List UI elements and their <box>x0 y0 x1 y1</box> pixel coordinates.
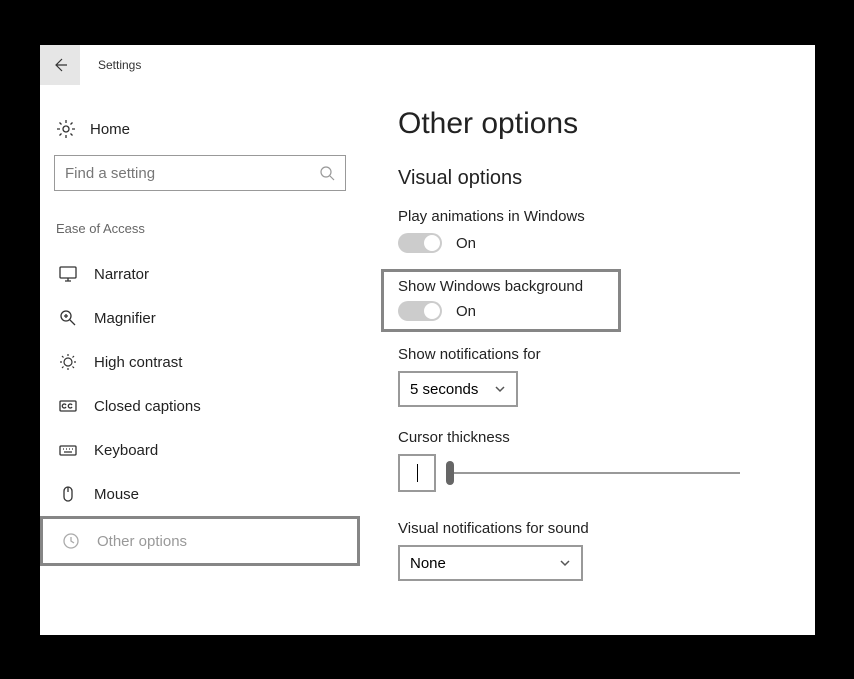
show-background-toggle[interactable] <box>398 301 442 321</box>
back-button[interactable] <box>40 45 80 85</box>
sidebar-selected-highlight: Other options <box>40 516 360 566</box>
gear-icon <box>56 119 76 139</box>
cursor-thickness-slider[interactable] <box>450 472 740 474</box>
show-background-label: Show Windows background <box>398 278 604 295</box>
sidebar-item-label: Keyboard <box>94 442 158 459</box>
play-animations-row: On <box>398 233 795 253</box>
notifications-dropdown[interactable]: 5 seconds <box>398 371 518 407</box>
titlebar: Settings <box>40 45 815 85</box>
group-title: Visual options <box>398 167 795 190</box>
show-background-state: On <box>456 303 476 320</box>
home-button[interactable]: Home <box>54 113 346 155</box>
notifications-value: 5 seconds <box>410 381 478 398</box>
search-icon <box>319 165 335 181</box>
magnifier-icon <box>58 308 78 328</box>
chevron-down-icon <box>559 557 571 569</box>
home-label: Home <box>90 121 130 138</box>
mouse-icon <box>58 484 78 504</box>
search-box[interactable] <box>54 155 346 191</box>
sidebar-item-label: Mouse <box>94 486 139 503</box>
sidebar-item-keyboard[interactable]: Keyboard <box>54 428 346 472</box>
notifications-label: Show notifications for <box>398 346 795 363</box>
captions-icon <box>58 396 78 416</box>
sidebar-item-label: High contrast <box>94 354 182 371</box>
sidebar-item-other-options[interactable]: Other options <box>57 519 343 563</box>
window-title: Settings <box>98 58 141 72</box>
monitor-icon <box>58 264 78 284</box>
sidebar-item-high-contrast[interactable]: High contrast <box>54 340 346 384</box>
sidebar: Home Ease of Access Narrator <box>40 85 360 635</box>
slider-thumb[interactable] <box>446 461 454 485</box>
search-input[interactable] <box>65 165 319 182</box>
cursor-thickness-row <box>398 454 795 492</box>
page-title: Other options <box>398 107 795 141</box>
sidebar-item-closed-captions[interactable]: Closed captions <box>54 384 346 428</box>
sidebar-section-label: Ease of Access <box>54 221 346 236</box>
settings-window: Settings Home Ea <box>40 45 815 635</box>
sidebar-item-narrator[interactable]: Narrator <box>54 252 346 296</box>
keyboard-icon <box>58 440 78 460</box>
chevron-down-icon <box>494 383 506 395</box>
visual-notifications-label: Visual notifications for sound <box>398 520 795 537</box>
sidebar-item-magnifier[interactable]: Magnifier <box>54 296 346 340</box>
play-animations-label: Play animations in Windows <box>398 208 795 225</box>
sidebar-item-mouse[interactable]: Mouse <box>54 472 346 516</box>
sidebar-item-label: Magnifier <box>94 310 156 327</box>
cursor-thickness-label: Cursor thickness <box>398 429 795 446</box>
visual-notifications-value: None <box>410 555 446 572</box>
play-animations-toggle[interactable] <box>398 233 442 253</box>
sidebar-item-label: Closed captions <box>94 398 201 415</box>
cursor-preview-box <box>398 454 436 492</box>
visual-notifications-dropdown[interactable]: None <box>398 545 583 581</box>
back-arrow-icon <box>52 57 68 73</box>
cursor-preview <box>417 464 418 482</box>
sidebar-item-label: Narrator <box>94 266 149 283</box>
content-area: Home Ease of Access Narrator <box>40 85 815 635</box>
contrast-icon <box>58 352 78 372</box>
show-background-row: On <box>398 301 604 321</box>
show-background-highlight: Show Windows background On <box>381 269 621 332</box>
other-options-icon <box>61 531 81 551</box>
sidebar-item-label: Other options <box>97 533 187 550</box>
play-animations-state: On <box>456 235 476 252</box>
main-panel: Other options Visual options Play animat… <box>360 85 815 635</box>
